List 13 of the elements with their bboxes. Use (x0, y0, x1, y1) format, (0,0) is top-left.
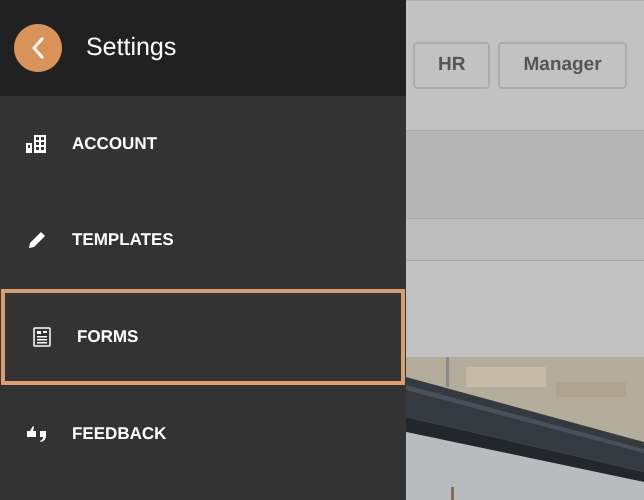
role-button[interactable]: HR (413, 42, 490, 89)
back-button[interactable] (14, 24, 62, 72)
building-icon (26, 135, 48, 153)
thumbs-quote-icon (26, 425, 48, 443)
menu-item[interactable]: FORMS (1, 289, 405, 385)
chevron-left-icon (31, 36, 45, 60)
menu-item[interactable]: FEEDBACK (0, 386, 406, 482)
sidebar-title: Settings (86, 32, 176, 64)
menu-item[interactable]: ACCOUNT (0, 96, 406, 192)
document-icon (33, 327, 51, 347)
menu-item[interactable]: TEMPLATES (0, 192, 406, 288)
role-button[interactable]: Manager (498, 42, 627, 89)
pencil-icon (27, 230, 47, 250)
